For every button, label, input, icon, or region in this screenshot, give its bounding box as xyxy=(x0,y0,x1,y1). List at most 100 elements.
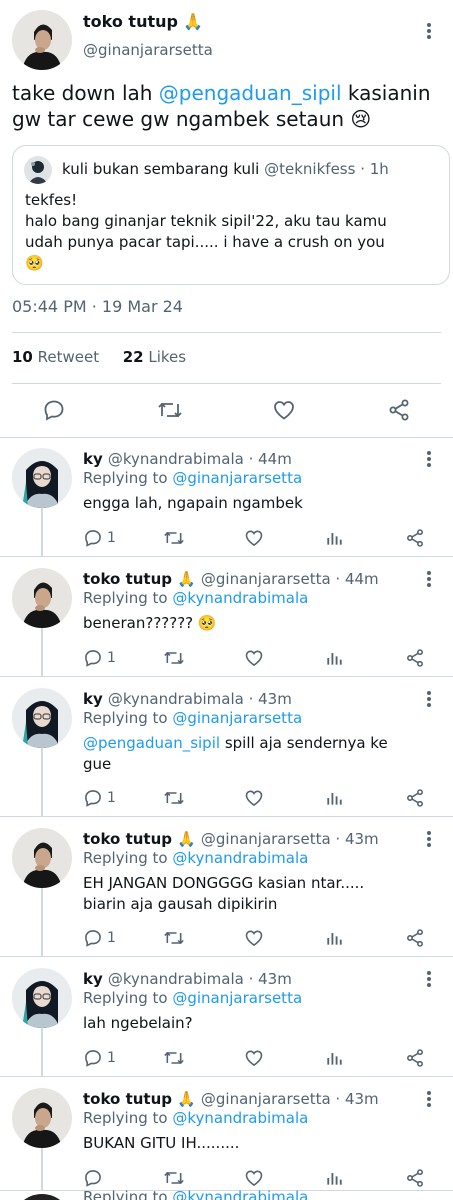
author-handle[interactable]: @ginanjararsetta xyxy=(83,41,213,59)
like-icon[interactable] xyxy=(244,528,264,548)
share-icon[interactable] xyxy=(405,648,425,668)
reply-author-name[interactable]: toko tutup xyxy=(83,1090,172,1108)
reply-icon[interactable] xyxy=(42,398,66,422)
reply-handle[interactable]: @ginanjararsetta · 43m xyxy=(201,830,379,848)
replying-to-mention[interactable]: @ginanjararsetta xyxy=(172,469,302,487)
reply-author-name[interactable]: ky xyxy=(83,690,103,708)
reply-handle[interactable]: @kynandrabimala · 43m xyxy=(108,970,292,988)
reply-handle[interactable]: @kynandrabimala · 43m xyxy=(108,690,292,708)
more-options-icon[interactable] xyxy=(426,451,432,469)
retweet-icon[interactable] xyxy=(157,398,183,422)
reply-text-line: biarin aja gausah dipikirin xyxy=(83,895,278,913)
likes-count[interactable]: 22 xyxy=(123,348,144,366)
retweet-icon[interactable] xyxy=(163,648,185,668)
reply-icon[interactable]: 1 xyxy=(83,788,116,808)
reply-text: BUKAN GITU IH......... xyxy=(83,1133,443,1154)
like-icon[interactable] xyxy=(244,1168,264,1188)
retweet-icon[interactable] xyxy=(163,928,185,948)
share-icon[interactable] xyxy=(405,928,425,948)
likes-label[interactable]: Likes xyxy=(148,348,186,366)
like-icon[interactable] xyxy=(244,788,264,808)
replying-to-mention[interactable]: @kynandrabimala xyxy=(172,849,308,867)
replying-to: Replying to @kynandrabimala xyxy=(83,1109,308,1127)
replying-to: Replying to @ginanjararsetta xyxy=(83,709,302,727)
reply-author-name[interactable]: toko tutup xyxy=(83,570,172,588)
views-icon[interactable] xyxy=(324,1168,344,1188)
reply-header: toko tutup 🙏 @ginanjararsetta · 43m xyxy=(83,829,379,848)
reply-icon[interactable]: 1 xyxy=(83,528,116,548)
reply-handle[interactable]: @ginanjararsetta · 44m xyxy=(201,570,379,588)
share-icon[interactable] xyxy=(405,1168,425,1188)
author-avatar[interactable] xyxy=(12,10,72,70)
more-options-icon[interactable] xyxy=(426,831,432,849)
reply-count: 1 xyxy=(107,650,116,666)
replying-to: Replying to @kynandrabimala xyxy=(83,849,308,867)
retweet-icon[interactable] xyxy=(163,788,185,808)
reply-avatar[interactable] xyxy=(12,1088,72,1148)
reply-header: toko tutup 🙏 @ginanjararsetta · 43m xyxy=(83,1089,379,1108)
more-options-icon[interactable] xyxy=(426,691,432,709)
reply-avatar[interactable] xyxy=(12,568,72,628)
author-name-row[interactable]: toko tutup 🙏 xyxy=(83,12,203,31)
divider xyxy=(0,956,453,957)
share-icon[interactable] xyxy=(405,528,425,548)
thread-line xyxy=(41,746,43,816)
share-icon[interactable] xyxy=(387,398,411,422)
reply-avatar[interactable] xyxy=(12,1194,72,1200)
reply-header: ky @kynandrabimala · 43m xyxy=(83,689,292,708)
replying-to-mention[interactable]: @kynandrabimala xyxy=(172,589,308,607)
views-icon[interactable] xyxy=(324,648,344,668)
reply-avatar[interactable] xyxy=(12,968,72,1028)
retweet-label[interactable]: Retweet xyxy=(38,348,99,366)
replying-to: Replying to @kynandrabimala xyxy=(83,1188,308,1200)
views-icon[interactable] xyxy=(324,1048,344,1068)
reply-handle[interactable]: @ginanjararsetta · 43m xyxy=(201,1090,379,1108)
replying-to-prefix: Replying to xyxy=(83,589,168,607)
tweet-timestamp[interactable]: 05:44 PM · 19 Mar 24 xyxy=(12,297,183,316)
divider xyxy=(12,332,441,333)
reply-author-name[interactable]: ky xyxy=(83,970,103,988)
reply-icon[interactable]: 1 xyxy=(83,928,116,948)
replying-to-mention[interactable]: @kynandrabimala xyxy=(172,1109,308,1127)
reply-count: 1 xyxy=(107,790,116,806)
reply-avatar[interactable] xyxy=(12,828,72,888)
reply-avatar[interactable] xyxy=(12,688,72,748)
retweet-icon[interactable] xyxy=(163,1168,185,1188)
views-icon[interactable] xyxy=(324,528,344,548)
retweet-icon[interactable] xyxy=(163,528,185,548)
retweet-count[interactable]: 10 xyxy=(12,348,33,366)
replying-to-mention[interactable]: @ginanjararsetta xyxy=(172,709,302,727)
mention-link[interactable]: @pengaduan_sipil xyxy=(159,81,342,105)
replying-to-mention[interactable]: @kynandrabimala xyxy=(172,1188,308,1200)
replying-to-mention[interactable]: @ginanjararsetta xyxy=(172,989,302,1007)
more-options-icon[interactable] xyxy=(426,1091,432,1109)
pray-emoji: 🙏 xyxy=(177,570,196,588)
reply-author-name[interactable]: ky xyxy=(83,450,103,468)
quoted-line: udah punya pacar tapi..... i have a crus… xyxy=(25,233,385,251)
reply-author-name[interactable]: toko tutup xyxy=(83,830,172,848)
share-icon[interactable] xyxy=(405,788,425,808)
quoted-text: tekfes! halo bang ginanjar teknik sipil'… xyxy=(25,190,445,274)
reply-icon[interactable]: 1 xyxy=(83,1048,116,1068)
more-options-icon[interactable] xyxy=(426,971,432,989)
like-icon[interactable] xyxy=(244,928,264,948)
quoted-line: 🥺 xyxy=(25,254,44,272)
like-icon[interactable] xyxy=(272,398,296,422)
reply-icon[interactable]: 1 xyxy=(83,648,116,668)
views-icon[interactable] xyxy=(324,788,344,808)
reply-text-line: EH JANGAN DONGGGG kasian ntar..... xyxy=(83,874,365,892)
more-options-icon[interactable] xyxy=(426,23,432,41)
views-icon[interactable] xyxy=(324,928,344,948)
more-options-icon[interactable] xyxy=(426,571,432,589)
retweet-icon[interactable] xyxy=(163,1048,185,1068)
like-icon[interactable] xyxy=(244,648,264,668)
reply-handle[interactable]: @kynandrabimala · 44m xyxy=(108,450,292,468)
mention-link[interactable]: @pengaduan_sipil xyxy=(83,734,220,752)
reply-icon[interactable] xyxy=(83,1168,103,1188)
reply-avatar[interactable] xyxy=(12,448,72,508)
reply-text-line: engga lah, ngapain ngambek xyxy=(83,494,303,512)
replying-to-prefix: Replying to xyxy=(83,469,168,487)
like-icon[interactable] xyxy=(244,1048,264,1068)
share-icon[interactable] xyxy=(405,1048,425,1068)
quoted-tweet-card[interactable]: kuli bukan sembarang kuli @teknikfess · … xyxy=(12,145,450,285)
